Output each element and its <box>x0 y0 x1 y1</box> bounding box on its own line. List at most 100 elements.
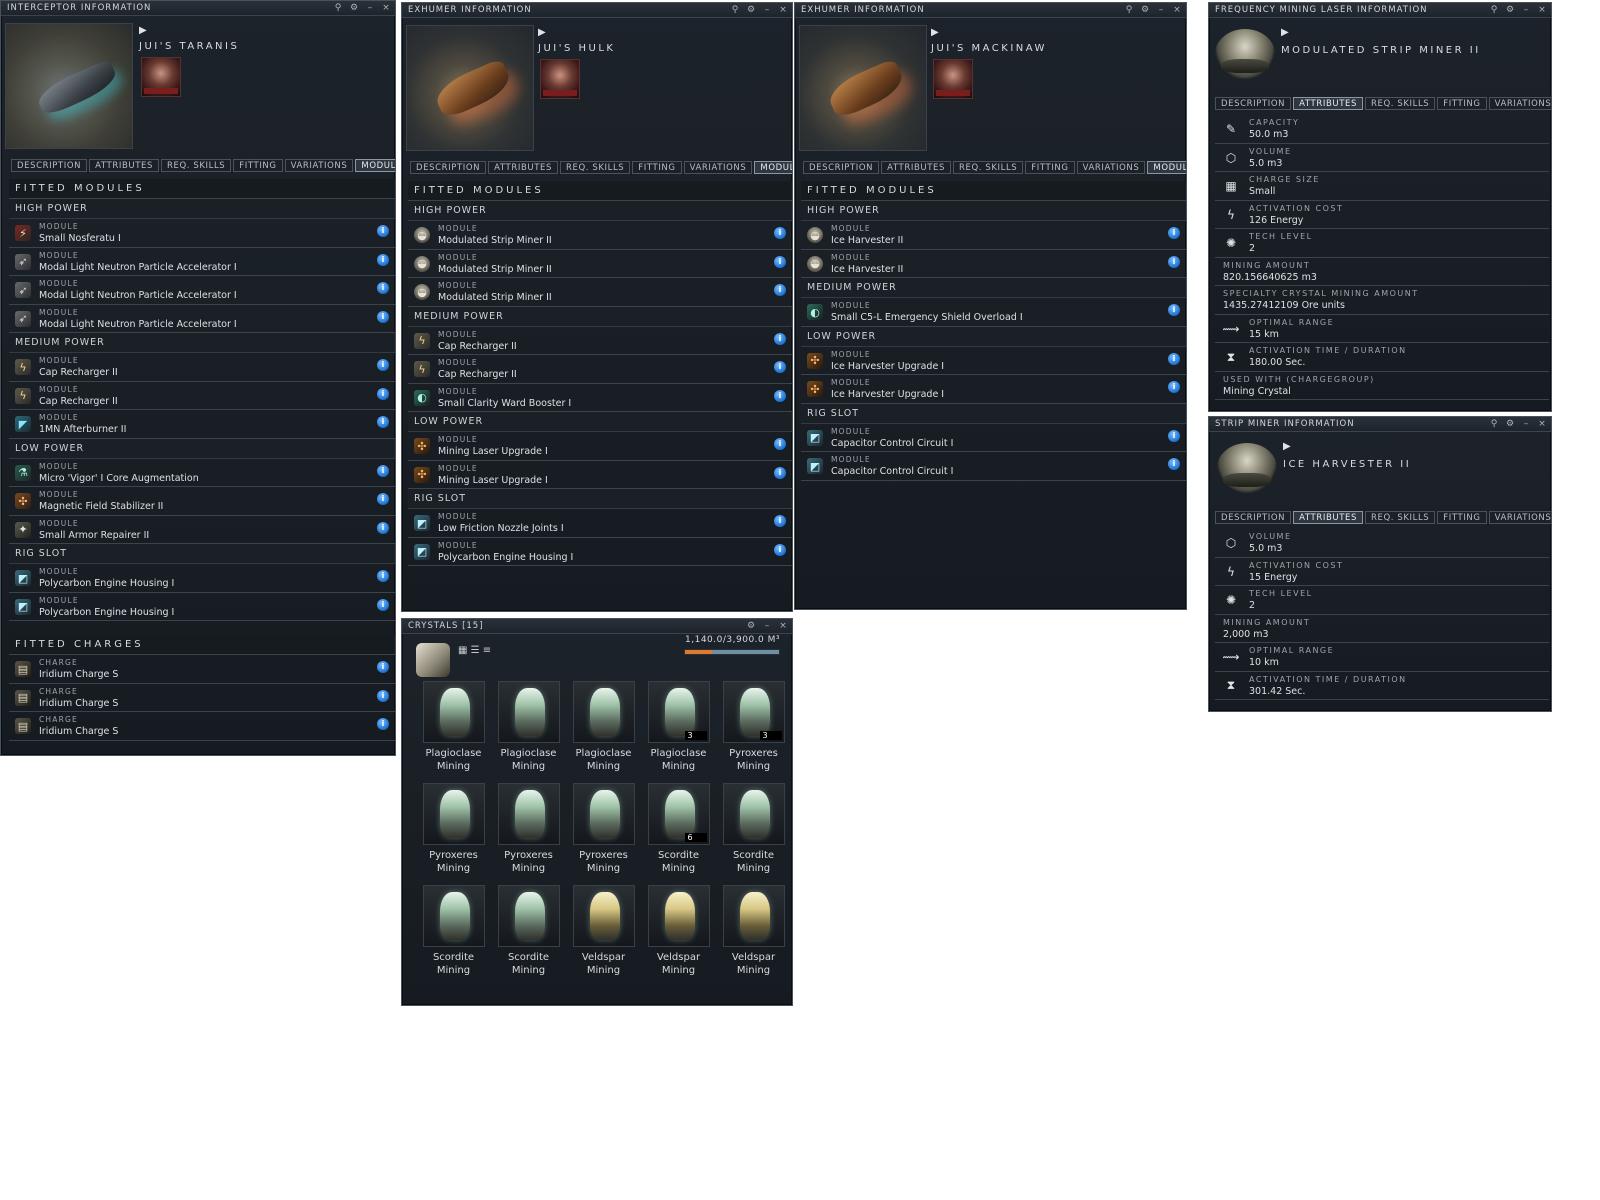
info-icon[interactable]: i <box>774 515 786 527</box>
crystal-item[interactable]: Scordite Mining <box>416 885 491 977</box>
tab-description[interactable]: DESCRIPTION <box>1215 511 1292 524</box>
info-icon[interactable]: i <box>377 570 389 582</box>
pin-icon[interactable]: ⚲ <box>1490 3 1499 18</box>
module-row[interactable]: ϟ MODULE Cap Recharger II i <box>408 355 792 384</box>
tab-fitting[interactable]: FITTING <box>1437 97 1487 110</box>
tab-variations[interactable]: VARIATIONS <box>284 159 354 172</box>
module-row[interactable]: ◩ MODULE Low Friction Nozzle Joints I i <box>408 509 792 538</box>
minimize-icon[interactable]: – <box>1157 3 1166 18</box>
info-icon[interactable]: i <box>774 389 786 402</box>
window-titlebar[interactable]: INTERCEPTOR INFORMATION ⚲ ⚙ – × <box>1 1 395 16</box>
crystal-thumbnail[interactable] <box>572 885 635 947</box>
crystal-item[interactable]: Plagioclase Mining <box>491 681 566 773</box>
pilot-portrait[interactable] <box>540 59 580 99</box>
view-icons-toggle[interactable]: ▦ ☰ ≡ <box>458 645 491 656</box>
crystal-item[interactable]: Plagioclase Mining <box>566 681 641 773</box>
tab-req-skills[interactable]: REQ. SKILLS <box>1364 97 1436 110</box>
tab-req-skills[interactable]: REQ. SKILLS <box>1364 511 1436 524</box>
window-titlebar[interactable]: EXHUMER INFORMATION ⚲ ⚙ – × <box>402 3 792 18</box>
info-icon[interactable]: i <box>1168 304 1180 316</box>
pilot-portrait[interactable] <box>933 59 973 99</box>
module-row[interactable]: ➶ MODULE Modal Light Neutron Particle Acce… <box>9 248 395 276</box>
info-icon[interactable]: i <box>377 225 389 237</box>
info-icon[interactable]: i <box>774 332 786 345</box>
info-icon[interactable]: i <box>377 253 389 266</box>
tab-description[interactable]: DESCRIPTION <box>1215 97 1292 110</box>
crystal-item[interactable]: Veldspar Mining <box>641 885 716 977</box>
play-icon[interactable]: ▶ <box>538 27 546 38</box>
module-row[interactable]: ϟ MODULE Cap Recharger II i <box>408 327 792 355</box>
crystal-thumbnail[interactable] <box>422 681 485 743</box>
info-icon[interactable]: i <box>1168 227 1180 239</box>
info-icon[interactable]: i <box>377 310 389 323</box>
info-icon[interactable]: i <box>377 464 389 477</box>
info-icon[interactable]: i <box>377 661 389 673</box>
minimize-icon[interactable]: – <box>763 3 772 18</box>
module-row[interactable]: ➶ MODULE Modal Light Neutron Particle Acce… <box>9 276 395 305</box>
settings-icon[interactable]: ⚙ <box>1506 417 1515 432</box>
crystal-thumbnail[interactable] <box>422 783 485 845</box>
module-row[interactable]: ◒ MODULE Ice Harvester II i <box>801 250 1186 278</box>
module-row[interactable]: ◒ MODULE Ice Harvester II i <box>801 221 1186 250</box>
module-row[interactable]: ◐ MODULE Small C5-L Emergency Shield Overl… <box>801 298 1186 327</box>
module-row[interactable]: ◤ MODULE 1MN Afterburner II i <box>9 410 395 439</box>
crystal-thumbnail[interactable] <box>422 885 485 947</box>
mackinaw-info-window[interactable]: EXHUMER INFORMATION ⚲ ⚙ – × ▶ JUI'S MACK… <box>794 2 1187 610</box>
crystal-item[interactable]: Scordite Mining <box>491 885 566 977</box>
close-icon[interactable]: × <box>382 1 391 16</box>
crystal-item[interactable]: 6 Scordite Mining <box>641 783 716 875</box>
module-row[interactable]: ✦ MODULE Small Armor Repairer II i <box>9 516 395 544</box>
grid-view-icon[interactable]: ▦ <box>458 645 467 656</box>
tab-attributes[interactable]: ATTRIBUTES <box>881 161 951 174</box>
crystals-cargo-window[interactable]: CRYSTALS [15] ⚙ – × ▦ ☰ ≡ 1,140.0/3,900.… <box>401 618 793 1006</box>
crystal-thumbnail[interactable] <box>497 681 560 743</box>
info-icon[interactable]: i <box>1168 458 1180 470</box>
module-row[interactable]: ◩ MODULE Polycarbon Engine Housing Ii <box>9 564 395 593</box>
minimize-icon[interactable]: – <box>1522 417 1531 432</box>
window-titlebar[interactable]: CRYSTALS [15] ⚙ – × <box>402 619 792 634</box>
details-view-icon[interactable]: ≡ <box>483 645 491 656</box>
crystal-item[interactable]: Plagioclase Mining <box>416 681 491 773</box>
close-icon[interactable]: × <box>779 3 788 18</box>
play-icon[interactable]: ▶ <box>139 25 147 36</box>
pilot-portrait[interactable] <box>141 57 181 97</box>
tab-description[interactable]: DESCRIPTION <box>410 161 487 174</box>
module-row[interactable]: ◐ MODULE Small Clarity Ward Booster I i <box>408 384 792 412</box>
module-row[interactable]: ✣ MODULE Ice Harvester Upgrade Ii <box>801 375 1186 404</box>
tab-variations[interactable]: VARIATIONS <box>1488 511 1551 524</box>
info-icon[interactable]: i <box>774 543 786 556</box>
pin-icon[interactable]: ⚲ <box>1490 417 1499 432</box>
module-row[interactable]: ✣ MODULE Mining Laser Upgrade I i <box>408 461 792 489</box>
pin-icon[interactable]: ⚲ <box>334 1 343 16</box>
info-icon[interactable]: i <box>774 284 786 296</box>
close-icon[interactable]: × <box>1538 417 1547 432</box>
settings-icon[interactable]: ⚙ <box>1506 3 1515 18</box>
crystal-thumbnail[interactable]: 3 <box>722 681 785 743</box>
info-icon[interactable]: i <box>377 387 389 400</box>
tab-fitting[interactable]: FITTING <box>1025 161 1075 174</box>
crystal-item[interactable]: Pyroxeres Mining <box>491 783 566 875</box>
crystal-item[interactable]: 3 Plagioclase Mining <box>641 681 716 773</box>
module-row[interactable]: ✣ MODULE Ice Harvester Upgrade Ii <box>801 347 1186 375</box>
crystal-thumbnail[interactable] <box>647 885 710 947</box>
window-titlebar[interactable]: EXHUMER INFORMATION ⚲ ⚙ – × <box>795 3 1186 18</box>
info-icon[interactable]: i <box>377 689 389 702</box>
tab-fitting[interactable]: FITTING <box>233 159 283 172</box>
info-icon[interactable]: i <box>377 718 389 730</box>
close-icon[interactable]: × <box>1538 3 1547 18</box>
strip-miner-info-window[interactable]: STRIP MINER INFORMATION ⚲ ⚙ – × ▶ ICE HA… <box>1208 416 1552 712</box>
info-icon[interactable]: i <box>1168 352 1180 365</box>
tab-modules[interactable]: MODULES <box>1147 161 1186 174</box>
module-row[interactable]: ⚗ MODULE Micro 'Vigor' I Core Augmentation… <box>9 459 395 487</box>
tab-variations[interactable]: VARIATIONS <box>1488 97 1551 110</box>
module-row[interactable]: ◩ MODULE Polycarbon Engine Housing Ii <box>9 593 395 621</box>
tab-attributes[interactable]: ATTRIBUTES <box>89 159 159 172</box>
tab-req-skills[interactable]: REQ. SKILLS <box>559 161 631 174</box>
info-icon[interactable]: i <box>774 361 786 373</box>
interceptor-info-window[interactable]: INTERCEPTOR INFORMATION ⚲ ⚙ – × ▶ JUI'S … <box>0 0 396 756</box>
minimize-icon[interactable]: – <box>1522 3 1531 18</box>
minimize-icon[interactable]: – <box>366 1 375 16</box>
info-icon[interactable]: i <box>377 416 389 428</box>
info-icon[interactable]: i <box>1168 381 1180 393</box>
play-icon[interactable]: ▶ <box>1283 441 1291 452</box>
